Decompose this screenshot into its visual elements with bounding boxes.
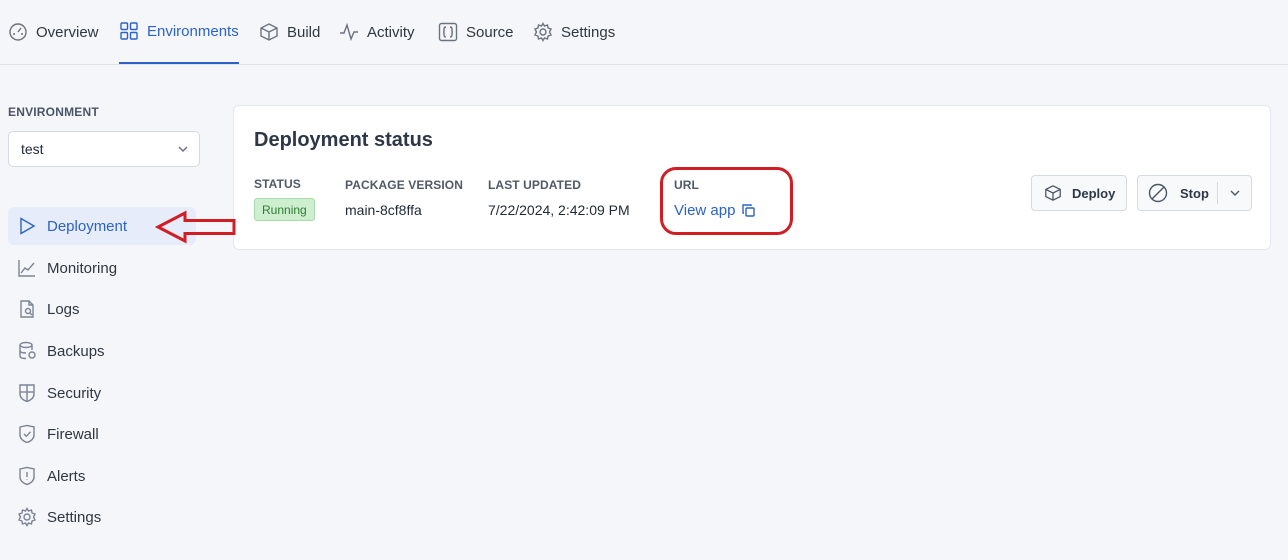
gear-icon [18,507,36,527]
environment-select[interactable]: test [8,131,200,167]
sidebar-item-logs[interactable]: Logs [8,290,196,328]
shield-icon [19,384,35,403]
tab-label: Environments [147,22,239,40]
stop-button[interactable]: Stop [1148,183,1217,203]
sidebar-item-security[interactable]: Security [8,374,196,412]
sidebar-item-label: Monitoring [47,259,118,277]
sidebar-item-alerts[interactable]: Alerts [8,457,196,495]
chevron-down-icon [1230,190,1240,196]
gear-icon [534,22,552,42]
grid-icon [120,22,138,40]
database-icon [19,341,36,360]
sidebar-item-label: Settings [47,508,102,526]
sidebar-item-backups[interactable]: Backups [8,332,196,370]
tab-overview[interactable]: Overview [8,0,99,64]
tab-label: Build [287,23,321,41]
environment-value: test [21,141,44,157]
sidebar-item-label: Logs [47,300,80,318]
file-search-icon [20,300,34,318]
environment-label: ENVIRONMENT [8,105,99,119]
chevron-down-icon [178,146,188,153]
sidebar-item-monitoring[interactable]: Monitoring [8,249,196,287]
sidebar-item-settings[interactable]: Settings [8,498,196,536]
shield-check-icon [19,424,35,444]
tab-label: Source [466,23,514,41]
activity-icon [340,22,358,42]
stop-circle-icon [1148,183,1168,203]
sidebar-item-label: Backups [47,342,105,360]
sidebar-item-firewall[interactable]: Firewall [8,415,196,453]
last-updated-value: 7/22/2024, 2:42:09 PM [488,202,630,218]
deploy-button-label: Deploy [1072,185,1116,201]
tab-settings[interactable]: Settings [533,0,615,64]
package-version-value: main-8cf8ffa [345,202,422,218]
tab-activity[interactable]: Activity [339,0,415,64]
annotation-arrow-icon [155,210,236,244]
sidebar-item-label: Firewall [47,425,99,443]
stop-split-button: Stop [1137,175,1252,211]
tab-label: Overview [36,23,99,41]
tab-source[interactable]: Source [438,0,514,64]
tab-label: Settings [561,23,616,41]
deploy-button[interactable]: Deploy [1031,175,1127,211]
card-title: Deployment status [254,129,433,151]
code-braces-icon [438,22,458,42]
tab-environments[interactable]: Environments [119,0,239,64]
play-icon [20,217,36,235]
box-icon [1045,185,1061,201]
status-label: STATUS [254,177,301,191]
status-badge: Running [254,198,315,221]
chart-line-icon [18,260,35,277]
annotation-highlight-ellipse [660,167,793,235]
package-version-label: PACKAGE VERSION [345,178,463,192]
stop-options-dropdown[interactable] [1218,187,1251,199]
dashboard-icon [9,23,27,41]
sidebar-item-label: Alerts [47,467,86,485]
tab-build[interactable]: Build [259,0,320,64]
sidebar-item-label: Security [47,384,102,402]
shield-alert-icon [19,466,35,486]
last-updated-label: LAST UPDATED [488,178,581,192]
tab-label: Activity [367,23,415,41]
top-navigation: Overview Environments Build Activity Sou… [0,0,1288,65]
stop-button-label: Stop [1180,185,1209,201]
box-icon [260,23,278,41]
sidebar-item-label: Deployment [47,217,128,235]
